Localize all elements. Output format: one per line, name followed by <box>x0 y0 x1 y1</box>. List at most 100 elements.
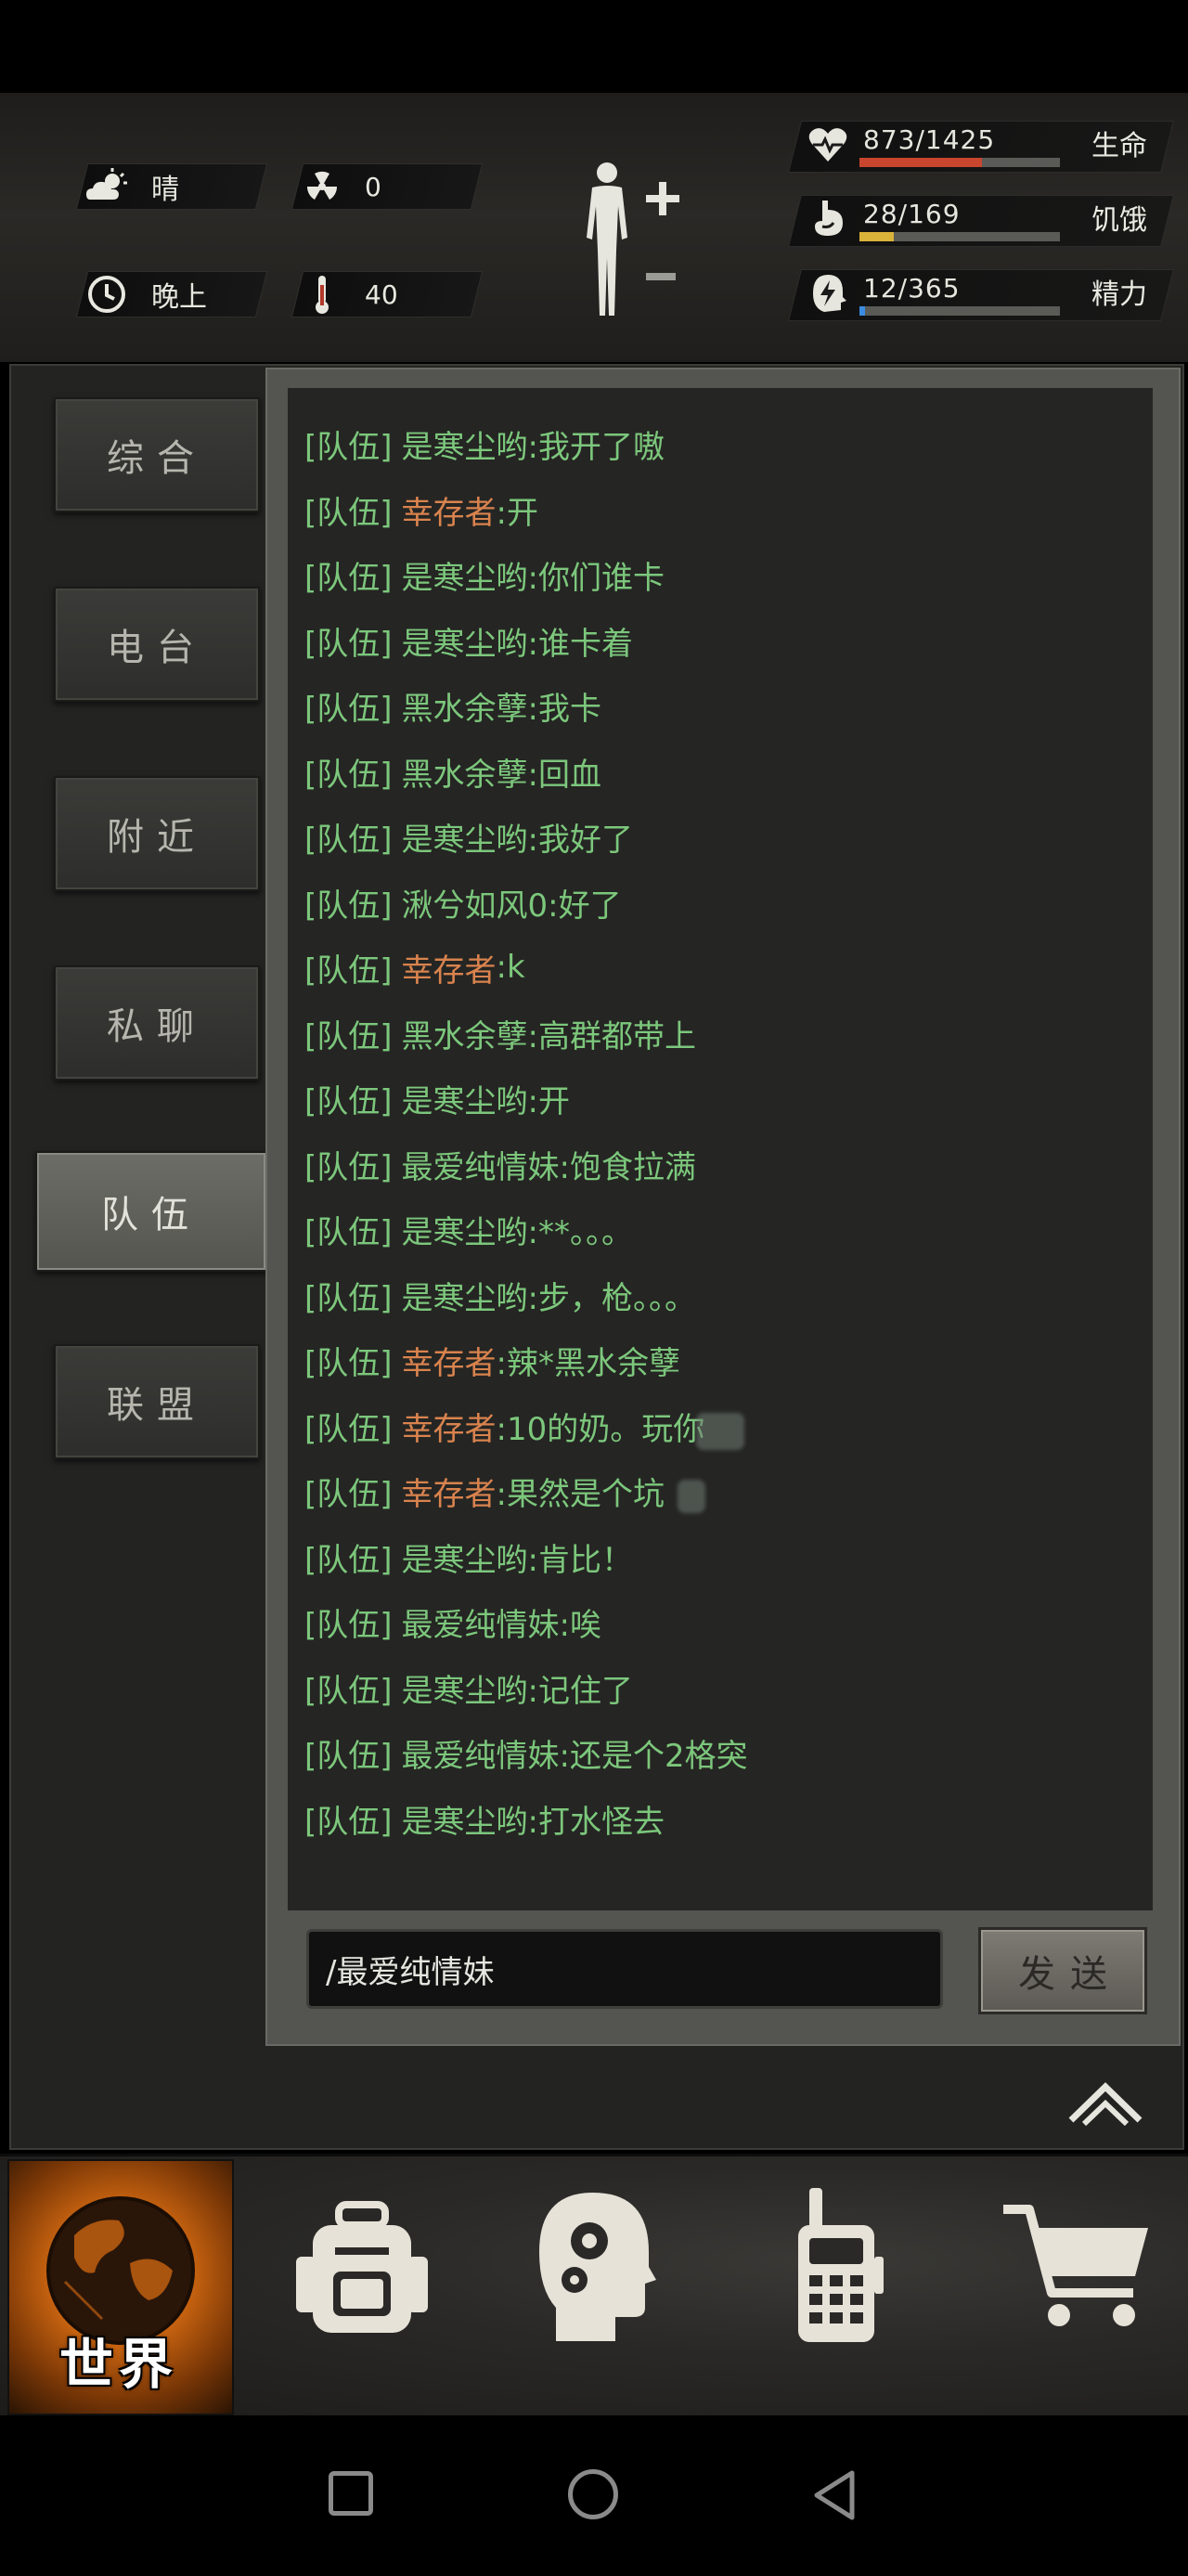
message-channel: [队伍] <box>304 1279 393 1317</box>
nav-shop-button[interactable] <box>984 2168 1169 2363</box>
message-sender[interactable]: 黑水余孽 <box>402 1011 528 1056</box>
message-channel: [队伍] <box>304 1475 393 1513</box>
collapse-button[interactable] <box>1067 2076 1143 2128</box>
redacted-patch <box>678 1480 705 1513</box>
message-channel: [队伍] <box>304 1672 393 1710</box>
square-icon[interactable] <box>329 2471 373 2516</box>
hunger-bar <box>859 232 1060 241</box>
chat-message: [队伍] 是寒尘哟:你们谁卡 <box>304 549 665 601</box>
message-sender[interactable]: 幸存者 <box>402 1469 497 1514</box>
chat-message: [队伍] 是寒尘哟:步，枪。。。 <box>304 1269 696 1321</box>
chat-message: [队伍] 湫兮如风0:好了 <box>304 876 622 928</box>
nav-backpack-button[interactable] <box>269 2168 455 2363</box>
chat-message: [队伍] 黑水余孽:我卡 <box>304 680 601 731</box>
radiation-value: 0 <box>365 171 381 202</box>
health-value: 873/1425 <box>863 124 996 155</box>
chat-input-value: /最爱纯情妹 <box>326 1953 495 1991</box>
chat-message: [队伍] 是寒尘哟:肯比！ <box>304 1531 633 1583</box>
health-bar-fill <box>859 158 982 167</box>
message-text: :还是个2格突 <box>559 1737 748 1775</box>
message-text: :记住了 <box>527 1672 633 1710</box>
message-sender[interactable]: 是寒尘哟 <box>402 1665 528 1711</box>
message-text: :我好了 <box>527 821 633 859</box>
tab-label: 私聊 <box>107 1005 207 1048</box>
message-text: :开 <box>496 494 538 532</box>
double-chevron-up-icon <box>1068 2082 1143 2127</box>
message-channel: [队伍] <box>304 690 393 728</box>
message-sender[interactable]: 是寒尘哟 <box>402 421 528 467</box>
message-text: :肯比！ <box>527 1541 633 1579</box>
message-sender[interactable]: 黑水余孽 <box>402 749 528 795</box>
energy-bar <box>859 306 1060 316</box>
message-sender[interactable]: 是寒尘哟 <box>402 618 528 664</box>
chat-message: [队伍] 幸存者:果然是个坑 <box>304 1465 665 1517</box>
message-sender[interactable]: 幸存者 <box>402 487 497 533</box>
tab-3[interactable]: 私聊 <box>54 965 260 1081</box>
energy-stat: 12/365 精力 <box>788 265 1174 325</box>
message-sender[interactable]: 幸存者 <box>402 1404 497 1449</box>
health-label: 生命 <box>1091 130 1147 162</box>
nav-radio-button[interactable] <box>744 2168 930 2363</box>
triangle-back-icon[interactable] <box>809 2467 861 2523</box>
tab-label: 综合 <box>107 437 207 480</box>
radiation-chip: 0 <box>291 163 484 210</box>
hunger-stat: 28/169 饥饿 <box>788 191 1174 251</box>
lightning-head-icon <box>813 275 846 312</box>
message-sender[interactable]: 是寒尘哟 <box>402 1273 528 1318</box>
message-text: :饱食拉满 <box>559 1148 696 1186</box>
message-sender[interactable]: 是寒尘哟 <box>402 1534 528 1580</box>
body-status-button[interactable] <box>572 158 692 325</box>
chat-message: [队伍] 黑水余孽:回血 <box>304 745 601 797</box>
message-channel: [队伍] <box>304 1017 393 1055</box>
message-list[interactable]: [队伍] 是寒尘哟:我开了嗷 [队伍] 幸存者:开 [队伍] 是寒尘哟:你们谁卡 [队伍] 是… <box>288 388 1153 1910</box>
message-channel: [队伍] <box>304 1541 393 1579</box>
chat-message: [队伍] 是寒尘哟:谁卡着 <box>304 615 633 667</box>
message-sender[interactable]: 最爱纯情妹 <box>402 1599 560 1645</box>
message-text: :我卡 <box>527 690 601 728</box>
message-channel: [队伍] <box>304 1410 393 1448</box>
chat-message: [队伍] 幸存者:开 <box>304 484 538 536</box>
walkie-talkie-icon <box>798 2188 884 2342</box>
chat-message: [队伍] 是寒尘哟:记住了 <box>304 1662 633 1714</box>
message-text: :步，枪。。。 <box>527 1279 696 1317</box>
tab-5[interactable]: 联盟 <box>54 1344 260 1459</box>
tab-1[interactable]: 电台 <box>54 587 260 702</box>
message-channel: [队伍] <box>304 1737 393 1775</box>
message-text: :k <box>496 949 525 986</box>
send-button[interactable]: 发送 <box>978 1927 1147 2014</box>
hunger-bar-fill <box>859 232 894 241</box>
tab-label: 联盟 <box>107 1384 207 1427</box>
message-sender[interactable]: 是寒尘哟 <box>402 1076 528 1121</box>
tab-2[interactable]: 附近 <box>54 776 260 891</box>
message-text: :10的奶。玩你 <box>496 1410 705 1448</box>
energy-label: 精力 <box>1091 278 1147 311</box>
message-sender[interactable]: 最爱纯情妹 <box>402 1730 560 1776</box>
message-sender[interactable]: 是寒尘哟 <box>402 552 528 598</box>
message-sender[interactable]: 最爱纯情妹 <box>402 1142 560 1187</box>
clock-icon <box>83 274 131 315</box>
nav-skills-button[interactable] <box>505 2168 691 2363</box>
message-sender[interactable]: 幸存者 <box>402 1338 497 1383</box>
message-sender[interactable]: 黑水余孽 <box>402 683 528 729</box>
message-sender[interactable]: 是寒尘哟 <box>402 1796 528 1842</box>
message-text: :辣*黑水余孽 <box>496 1344 680 1382</box>
message-text: :回血 <box>527 756 601 794</box>
energy-bar-fill <box>859 306 865 316</box>
message-sender[interactable]: 幸存者 <box>402 945 497 990</box>
circle-icon[interactable] <box>568 2469 618 2519</box>
temperature-chip: 40 <box>291 271 484 317</box>
message-sender[interactable]: 是寒尘哟 <box>402 1207 528 1252</box>
message-sender[interactable]: 是寒尘哟 <box>402 814 528 860</box>
hunger-label: 饥饿 <box>1091 204 1147 237</box>
tab-4[interactable]: 队伍 <box>35 1151 267 1272</box>
message-text: :好了 <box>548 887 622 925</box>
health-stat: 873/1425 生命 <box>788 117 1174 176</box>
message-channel: [队伍] <box>304 1344 393 1382</box>
tab-0[interactable]: 综合 <box>54 397 260 512</box>
message-channel: [队伍] <box>304 756 393 794</box>
message-channel: [队伍] <box>304 1803 393 1841</box>
chat-input[interactable]: /最爱纯情妹 <box>306 1929 943 2009</box>
chat-message: [队伍] 是寒尘哟:**。。。 <box>304 1203 633 1255</box>
message-sender[interactable]: 湫兮如风0 <box>402 880 549 926</box>
weather-chip: 晴 <box>75 163 268 210</box>
